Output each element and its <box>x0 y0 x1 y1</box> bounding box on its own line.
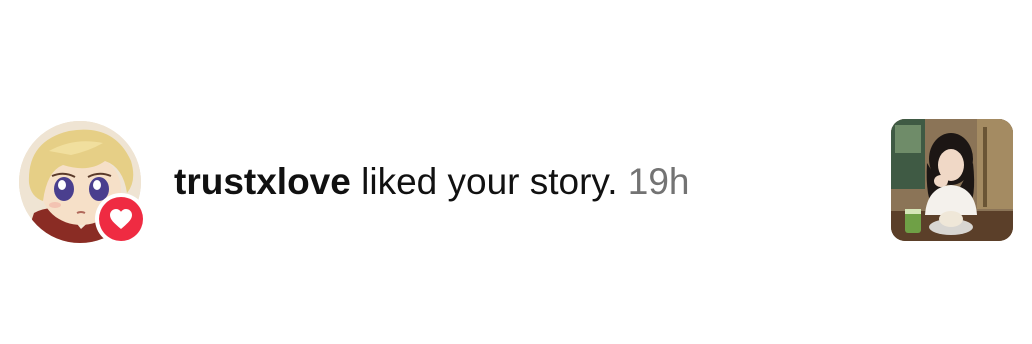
like-badge <box>95 193 147 245</box>
user-avatar-container[interactable] <box>19 121 147 245</box>
like-badge-circle <box>99 197 143 241</box>
notification-row[interactable]: trustxlove liked your story. 19h <box>0 0 1032 344</box>
notification-message: trustxlove liked your story. 19h <box>174 160 689 204</box>
story-thumbnail[interactable] <box>891 119 1013 241</box>
story-thumbnail-image <box>891 119 1013 241</box>
timestamp: 19h <box>627 161 690 202</box>
username-link[interactable]: trustxlove <box>174 161 351 202</box>
heart-icon <box>110 209 132 229</box>
action-text: liked your story. <box>350 161 628 202</box>
